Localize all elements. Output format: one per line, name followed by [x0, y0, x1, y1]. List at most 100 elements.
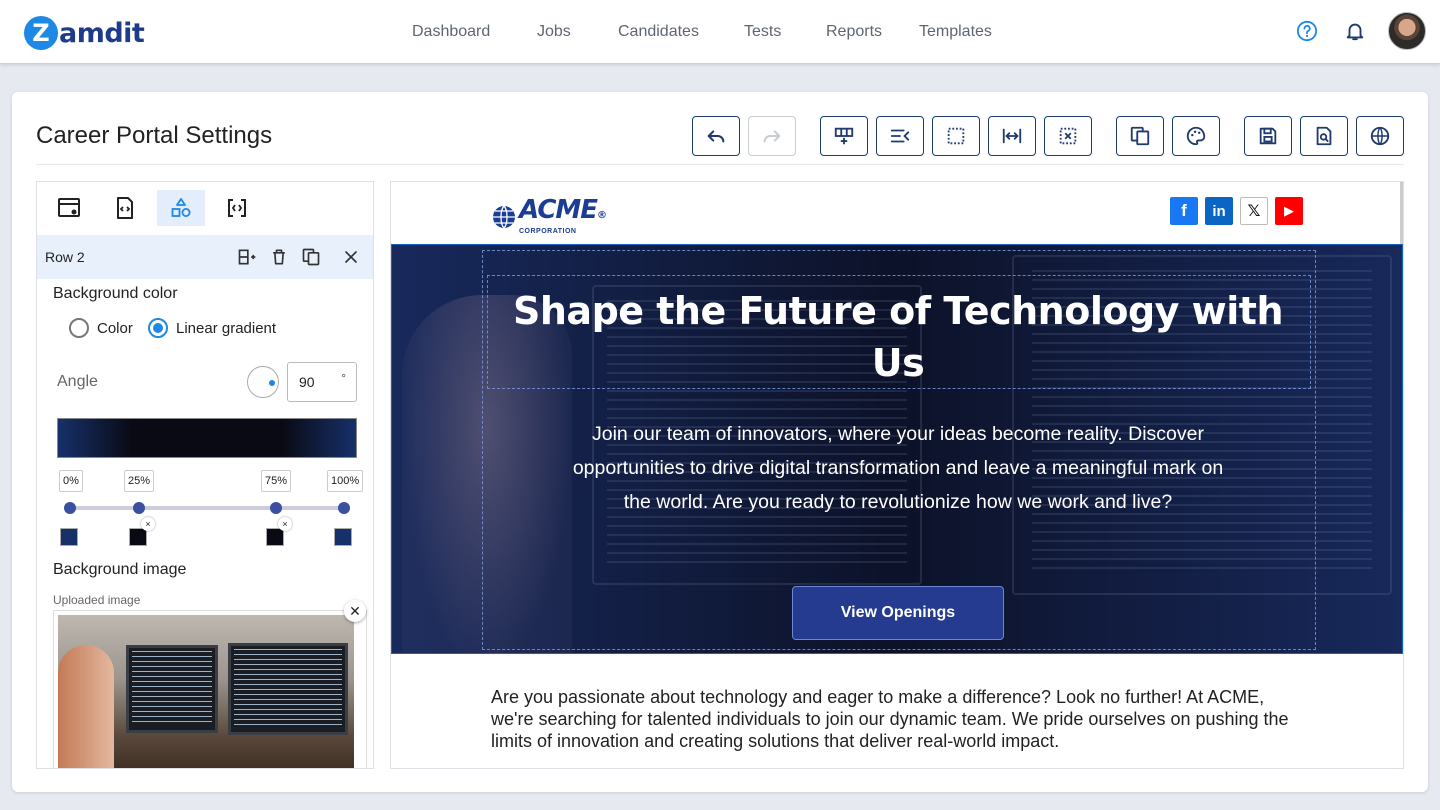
angle-dial[interactable]: [247, 366, 279, 398]
dotted-square-icon: [947, 127, 965, 145]
youtube-icon[interactable]: ▶: [1275, 197, 1303, 225]
gradient-stop-knob[interactable]: [64, 502, 76, 514]
fit-width-icon: [1002, 128, 1022, 144]
acme-brand-sub: CORPORATION: [519, 228, 577, 235]
thumbnail-code-lines: [132, 651, 212, 725]
uploaded-image-label: Uploaded image: [53, 593, 141, 607]
angle-input[interactable]: 90 °: [287, 362, 357, 402]
nav-templates[interactable]: Templates: [919, 23, 992, 41]
settings-card: Career Portal Settings Row 2 Background …: [12, 92, 1428, 792]
stop-label-100: 100%: [327, 470, 364, 492]
align-text-button[interactable]: [876, 116, 924, 156]
preview-header: ACME® CORPORATION f in 𝕏 ▶: [391, 182, 1403, 244]
duplicate-page-button[interactable]: [1116, 116, 1164, 156]
save-button[interactable]: [1244, 116, 1292, 156]
stop-color-swatch[interactable]: [129, 528, 147, 546]
angle-value: 90: [299, 374, 315, 390]
gradient-slider-track[interactable]: [69, 506, 344, 510]
angle-unit: °: [341, 371, 346, 385]
view-openings-button[interactable]: View Openings: [792, 586, 1004, 640]
acme-wordmark: ACME® CORPORATION: [519, 195, 607, 235]
nav-jobs[interactable]: Jobs: [537, 23, 571, 41]
add-column-icon[interactable]: [237, 247, 257, 267]
radio-color-circle: [69, 318, 89, 338]
shapes-icon: [171, 198, 191, 217]
add-row-icon: [834, 127, 854, 145]
radio-linear-gradient[interactable]: Linear gradient: [148, 318, 276, 338]
embed-code-icon: [228, 199, 246, 217]
nav-dashboard[interactable]: Dashboard: [412, 23, 490, 41]
radio-gradient-label: Linear gradient: [176, 319, 277, 337]
save-icon: [1259, 127, 1277, 145]
align-text-icon: [890, 129, 910, 143]
radio-color[interactable]: Color: [69, 318, 133, 338]
linkedin-icon[interactable]: in: [1205, 197, 1233, 225]
thumbnail-person: [58, 645, 114, 768]
user-avatar[interactable]: [1388, 12, 1426, 50]
x-twitter-icon[interactable]: 𝕏: [1240, 197, 1268, 225]
redo-icon: [763, 130, 781, 143]
gradient-stop-knob[interactable]: [133, 502, 145, 514]
top-actions: [1296, 12, 1426, 50]
hero-description[interactable]: Join our team of innovators, where your …: [567, 417, 1229, 519]
top-nav-bar: Z amdit Dashboard Jobs Candidates Tests …: [0, 0, 1440, 64]
tab-code[interactable]: [101, 190, 149, 226]
remove-stop-icon[interactable]: ×: [278, 517, 292, 531]
clear-selection-icon: [1059, 127, 1077, 145]
hero-title[interactable]: Shape the Future of Technology with Us: [487, 285, 1309, 389]
row-label: Row 2: [45, 249, 85, 265]
nav-candidates[interactable]: Candidates: [618, 23, 699, 41]
radio-gradient-circle: [148, 318, 168, 338]
preview-button[interactable]: [1300, 116, 1348, 156]
logo-wordmark: amdit: [59, 17, 145, 49]
zamdit-logo[interactable]: Z amdit: [24, 16, 145, 50]
uploaded-image-thumbnail: [58, 615, 354, 768]
stop-color-swatch[interactable]: [334, 528, 352, 546]
duplicate-icon[interactable]: [301, 247, 321, 267]
remove-image-button[interactable]: ✕: [344, 600, 366, 622]
acme-brand-name: ACME®: [519, 195, 607, 225]
publish-button[interactable]: [1356, 116, 1404, 156]
stop-label-25: 25%: [124, 470, 155, 492]
theme-palette-button[interactable]: [1172, 116, 1220, 156]
remove-stop-icon[interactable]: ×: [141, 517, 155, 531]
globe-icon: [1370, 126, 1390, 146]
add-row-button[interactable]: [820, 116, 868, 156]
undo-button[interactable]: [692, 116, 740, 156]
intro-paragraph[interactable]: Are you passionate about technology and …: [491, 686, 1301, 752]
uploaded-image-box: [53, 610, 367, 768]
fit-width-button[interactable]: [988, 116, 1036, 156]
tab-shapes[interactable]: [157, 190, 205, 226]
select-area-button[interactable]: [932, 116, 980, 156]
preview-icon: [1316, 126, 1332, 146]
redo-button[interactable]: [748, 116, 796, 156]
tab-embed[interactable]: [213, 190, 261, 226]
close-icon[interactable]: [341, 247, 361, 267]
stop-color-swatch[interactable]: [60, 528, 78, 546]
hero-section[interactable]: Shape the Future of Technology with Us J…: [391, 244, 1403, 654]
nav-tests[interactable]: Tests: [744, 23, 781, 41]
angle-label: Angle: [57, 373, 98, 390]
stop-color-swatch[interactable]: [266, 528, 284, 546]
copy-icon: [1130, 126, 1150, 146]
thumbnail-code-lines: [234, 649, 342, 727]
background-color-label: Background color: [53, 285, 178, 302]
portal-preview: ACME® CORPORATION f in 𝕏 ▶ Shape the Fut…: [390, 181, 1404, 769]
window-settings-icon: [58, 198, 80, 217]
radio-color-label: Color: [97, 319, 133, 337]
acme-globe-icon: [493, 205, 515, 228]
gradient-stop-knob[interactable]: [270, 502, 282, 514]
stop-label-0: 0%: [59, 470, 83, 492]
help-icon[interactable]: [1296, 20, 1318, 42]
page-title: Career Portal Settings: [36, 122, 273, 149]
facebook-icon[interactable]: f: [1170, 197, 1198, 225]
title-divider: [36, 164, 1404, 165]
background-image-label: Background image: [53, 561, 187, 578]
gradient-stop-knob[interactable]: [338, 502, 350, 514]
notification-bell-icon[interactable]: [1344, 20, 1366, 42]
tab-page-settings[interactable]: [45, 190, 93, 226]
clear-selection-button[interactable]: [1044, 116, 1092, 156]
delete-icon[interactable]: [269, 247, 289, 267]
acme-logo[interactable]: ACME® CORPORATION: [491, 195, 607, 235]
nav-reports[interactable]: Reports: [826, 23, 882, 41]
